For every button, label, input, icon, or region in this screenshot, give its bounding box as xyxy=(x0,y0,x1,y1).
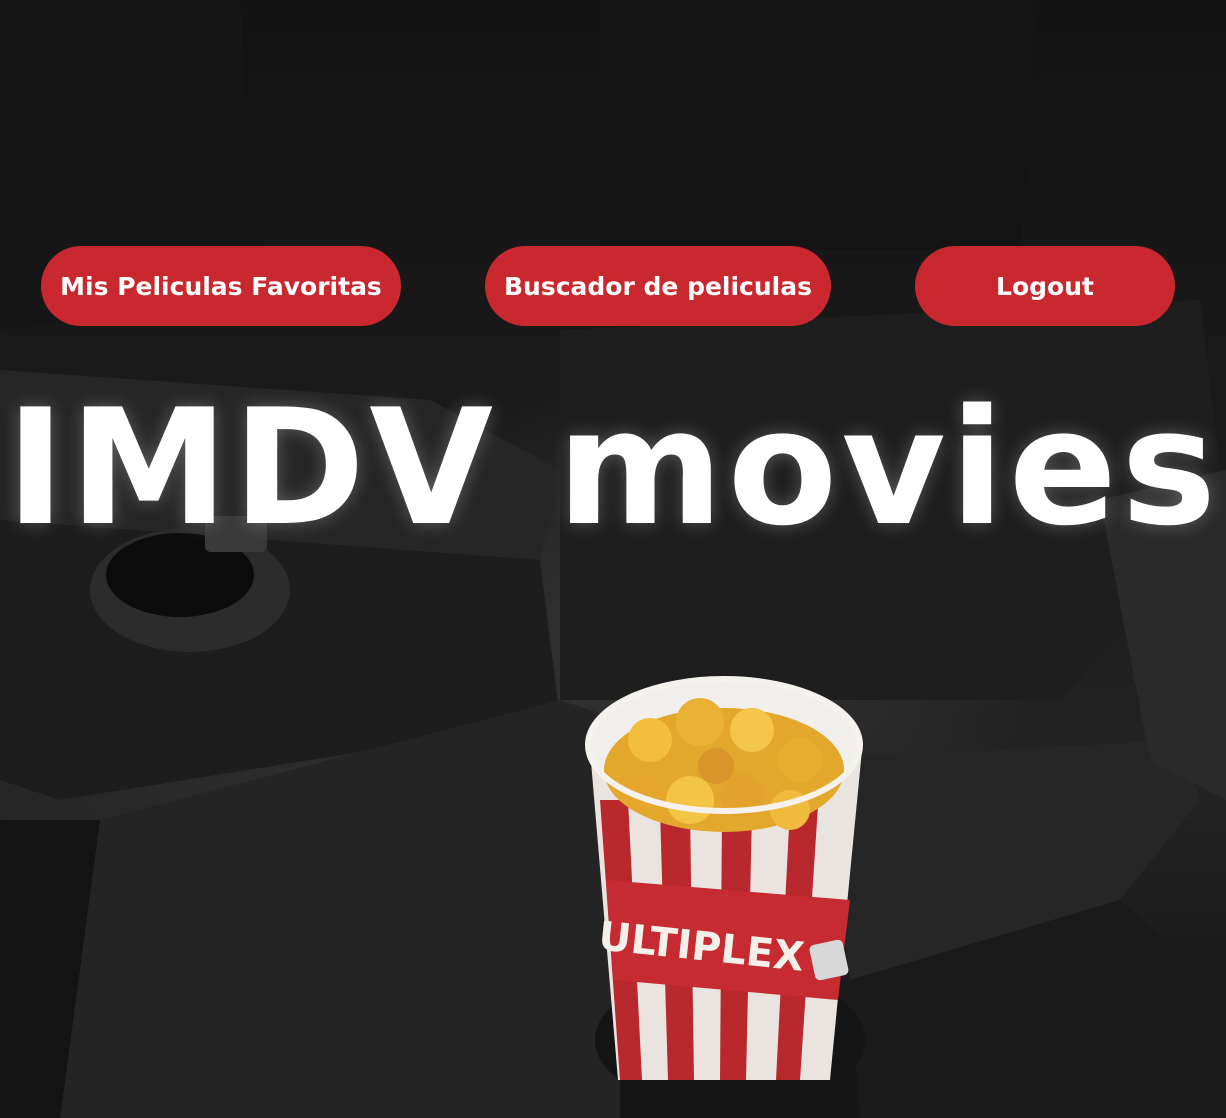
hero-background: ULTIPLEX Mis Peliculas Favoritas Buscado… xyxy=(0,0,1226,1118)
favorites-button[interactable]: Mis Peliculas Favoritas xyxy=(41,246,401,326)
top-navigation: Mis Peliculas Favoritas Buscador de peli… xyxy=(0,246,1226,326)
movie-search-button[interactable]: Buscador de peliculas xyxy=(485,246,831,326)
page-title: IMDV movies xyxy=(5,374,1221,561)
logout-button[interactable]: Logout xyxy=(915,246,1175,326)
